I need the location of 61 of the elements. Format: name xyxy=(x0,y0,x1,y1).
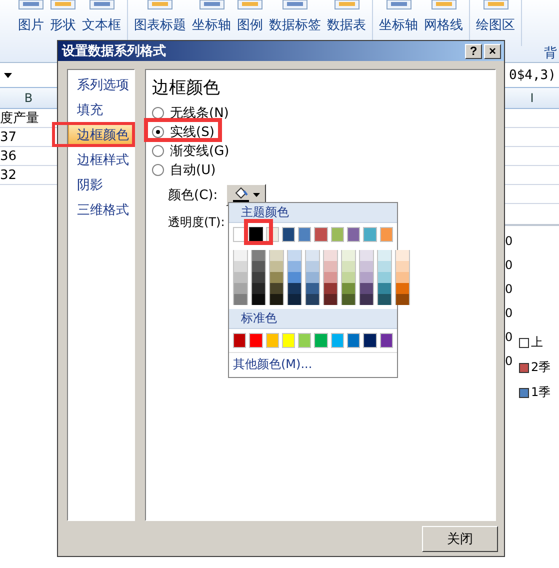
ribbon-icon xyxy=(88,0,114,10)
radio-option[interactable]: 渐变线(G) xyxy=(152,141,230,160)
nav-item[interactable]: 填充 xyxy=(68,98,134,121)
column-header: B xyxy=(0,88,57,109)
legend-label: 上 xyxy=(531,334,543,351)
ribbon-tab-label: 背 xyxy=(544,45,558,62)
nav-item[interactable]: 系列选项 xyxy=(68,73,134,96)
radio-icon[interactable] xyxy=(152,126,164,138)
ribbon-icon xyxy=(18,0,44,10)
ribbon-button[interactable]: 坐标轴 xyxy=(379,16,418,34)
axis-label: 0 xyxy=(505,258,514,274)
legend-label: 1季 xyxy=(531,384,551,401)
ribbon-button[interactable]: 绘图区 xyxy=(476,16,515,34)
close-button[interactable]: 关闭 xyxy=(422,526,498,552)
color-swatch[interactable] xyxy=(249,227,263,242)
radio-option[interactable]: 实线(S) xyxy=(152,122,214,141)
ribbon-icon xyxy=(237,0,263,10)
section-heading: 边框颜色 xyxy=(152,77,220,99)
ribbon-button[interactable]: 数据标签 xyxy=(269,16,321,34)
ribbon-button[interactable]: 网格线 xyxy=(424,16,463,34)
ribbon-icon xyxy=(482,0,508,10)
column-header: I xyxy=(505,88,559,109)
legend-label: 2季 xyxy=(531,359,551,376)
ribbon-icon xyxy=(334,0,360,10)
axis-label: 0 xyxy=(505,234,514,250)
formula-text: 0$4,3) xyxy=(509,68,556,82)
nav-item[interactable]: 三维格式 xyxy=(68,198,134,221)
highlight-frame xyxy=(244,219,273,245)
axis-label: 0 xyxy=(505,306,514,322)
ribbon-button[interactable]: 形状 xyxy=(50,16,76,34)
help-button[interactable]: ? xyxy=(465,44,482,58)
nav-item[interactable]: 边框样式 xyxy=(68,148,134,171)
ribbon-icon xyxy=(386,0,412,10)
ribbon-button[interactable]: 坐标轴 xyxy=(192,16,231,34)
ribbon-button[interactable]: 数据表 xyxy=(327,16,366,34)
radio-option[interactable]: 自动(U) xyxy=(152,160,216,179)
ribbon-button[interactable]: 文本框 xyxy=(82,16,121,34)
axis-label: 0 xyxy=(505,330,514,346)
radio-icon[interactable] xyxy=(152,106,164,118)
ribbon-icon xyxy=(282,0,308,10)
radio-icon[interactable] xyxy=(152,144,164,156)
close-button[interactable]: × xyxy=(484,44,501,58)
field-label: 透明度(T): xyxy=(168,214,225,231)
axis-label: 0 xyxy=(505,282,514,298)
caret-icon xyxy=(252,193,260,197)
radio-icon[interactable] xyxy=(152,164,164,176)
palette-heading: 主题颜色 xyxy=(229,203,397,223)
field-label: 颜色(C): xyxy=(168,187,218,204)
axis-label: 0 xyxy=(505,354,514,370)
dropdown-caret-icon[interactable] xyxy=(4,72,12,78)
ribbon-icon xyxy=(198,0,224,10)
ribbon-button[interactable]: 图片 xyxy=(18,16,44,34)
more-colors-item[interactable]: 其他颜色(M)... xyxy=(229,352,397,377)
palette-heading: 标准色 xyxy=(229,309,397,329)
ribbon-icon xyxy=(147,0,173,10)
nav-item[interactable]: 阴影 xyxy=(68,173,134,196)
ribbon-button[interactable]: 图表标题 xyxy=(134,16,186,34)
ribbon-icon xyxy=(50,0,76,10)
ribbon-button[interactable]: 图例 xyxy=(237,16,263,34)
window-title: 设置数据系列格式 xyxy=(62,42,167,60)
ribbon-icon xyxy=(430,0,456,10)
